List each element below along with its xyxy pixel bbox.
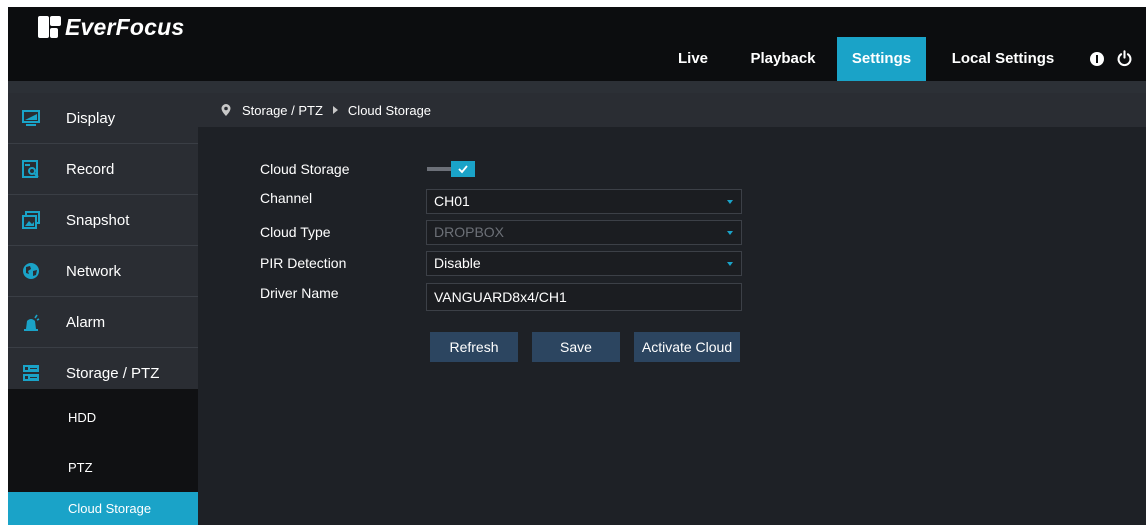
sidebar-item-label: Record [66,160,115,178]
pir-detection-select-value: Disable [434,255,481,271]
sidebar-item-display[interactable]: Display [8,93,198,143]
top-bar: EverFocus Live Playback Settings Local S… [8,7,1146,81]
breadcrumb: Storage / PTZ Cloud Storage [198,93,1146,127]
channel-label: Channel [260,190,313,206]
sidebar-item-alarm[interactable]: Alarm [8,297,198,347]
cloud-storage-label: Cloud Storage [260,161,350,177]
channel-select[interactable]: CH01 [426,189,742,214]
submenu-item-hdd[interactable]: HDD [8,401,198,435]
sidebar-item-network[interactable]: Network [8,246,198,296]
breadcrumb-arrow-icon [332,106,338,114]
monitor-icon [22,110,40,126]
submenu-item-cloud-storage[interactable]: Cloud Storage [8,492,198,525]
sidebar-item-label: Snapshot [66,211,130,229]
snapshot-icon [22,211,40,229]
submenu-item-ptz[interactable]: PTZ [8,451,198,485]
info-icon[interactable] [1090,52,1104,66]
pir-detection-label: PIR Detection [260,255,347,271]
cloud-type-select-value: DROPBOX [434,224,505,240]
cloud-storage-toggle[interactable] [427,161,475,177]
storage-submenu: HDD PTZ Cloud Storage [8,389,198,525]
sidebar-item-snapshot[interactable]: Snapshot [8,195,198,245]
refresh-button[interactable]: Refresh [430,332,518,362]
save-button[interactable]: Save [532,332,620,362]
checkmark-icon [458,165,468,174]
sidebar-item-record[interactable]: Record [8,144,198,194]
sidebar-item-label: Display [66,109,116,127]
logo-mark-icon [38,15,62,39]
toggle-knob [451,161,475,177]
sidebar-item-label: Network [66,262,122,280]
storage-icon [23,365,39,381]
breadcrumb-section[interactable]: Storage / PTZ [242,103,323,118]
sidebar-item-label: Storage / PTZ [66,364,160,382]
breadcrumb-page: Cloud Storage [347,102,432,118]
cloud-type-select[interactable]: DROPBOX [426,220,742,245]
nav-playback[interactable]: Playback [736,37,830,81]
channel-select-value: CH01 [434,193,470,209]
nav-settings[interactable]: Settings [837,37,926,81]
cloud-type-label: Cloud Type [260,224,331,240]
chevron-down-icon [727,231,733,235]
location-pin-icon [221,104,231,116]
pir-detection-select[interactable]: Disable [426,251,742,276]
sidebar-item-label: Alarm [66,313,106,331]
chevron-down-icon [727,200,733,204]
alarm-siren-icon [24,314,40,331]
record-search-icon [22,160,39,178]
header-divider [8,81,1146,93]
driver-name-input[interactable]: VANGUARD8x4/CH1 [426,283,742,311]
nav-local-settings[interactable]: Local Settings [933,37,1073,81]
activate-cloud-button[interactable]: Activate Cloud [634,332,740,362]
driver-name-label: Driver Name [260,285,339,301]
everfocus-logo: EverFocus [38,12,184,42]
network-globe-icon [23,263,39,279]
nav-live[interactable]: Live [665,37,721,81]
logo-text: EverFocus [65,13,185,40]
app-window: EverFocus Live Playback Settings Local S… [8,7,1146,525]
chevron-down-icon [727,262,733,266]
sidebar: Display Record Snapshot Network Alarm St… [8,93,198,525]
power-icon[interactable] [1116,50,1133,67]
